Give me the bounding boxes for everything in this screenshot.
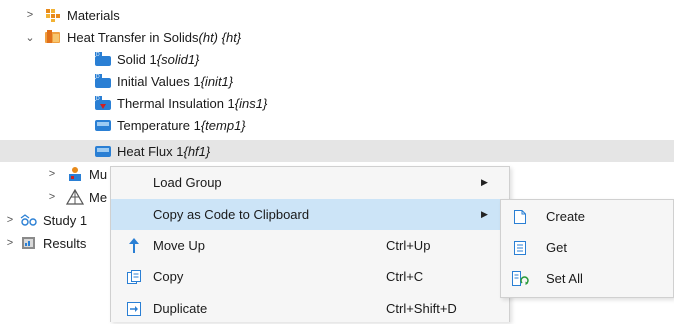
menu-item-label: Set All <box>546 271 583 286</box>
tree-item-label: Heat Transfer in Solids <box>67 29 199 45</box>
tree-item-mesh[interactable]: > Me <box>46 186 107 208</box>
temperature-icon <box>94 117 112 133</box>
submenu-arrow-icon: ▶ <box>481 209 488 219</box>
results-icon <box>20 235 38 251</box>
tree-item-solid[interactable]: P D Solid 1 {solid1} <box>94 48 199 70</box>
svg-text:D: D <box>96 96 100 102</box>
submenu-item-get[interactable]: Get <box>501 232 673 263</box>
tree-item-results[interactable]: > Results <box>4 232 87 254</box>
chevron-right-icon[interactable]: > <box>24 9 36 21</box>
tree-item-tag: {init1} <box>200 73 234 89</box>
mesh-icon <box>65 188 85 205</box>
tree-item-label: Mu <box>89 166 108 182</box>
thermal-insulation-icon: D <box>94 95 112 111</box>
chevron-right-icon[interactable]: > <box>4 237 16 249</box>
tree-item-tag: {solid1} <box>156 51 200 67</box>
create-icon <box>511 208 529 226</box>
copy-icon <box>125 268 143 286</box>
set-all-icon <box>511 270 529 288</box>
tree-item-multiphysics[interactable]: > Mu <box>46 163 107 185</box>
tree-item-thermal-insulation[interactable]: D Thermal Insulation 1 {ins1} <box>94 92 267 114</box>
svg-text:D: D <box>96 74 100 80</box>
submenu-arrow-icon: ▶ <box>481 177 488 187</box>
submenu-item-create[interactable]: Create <box>501 201 673 232</box>
materials-icon <box>44 7 62 23</box>
tree-item-tag: {temp1} <box>200 117 246 133</box>
study-icon <box>20 212 38 228</box>
tree-item-materials[interactable]: > Materials <box>24 4 120 26</box>
menu-item-copy-as-code[interactable]: Copy as Code to Clipboard ▶ <box>111 199 509 230</box>
tree-item-heat-flux[interactable]: Heat Flux 1 {hf1} <box>94 140 210 162</box>
menu-item-label: Load Group <box>153 175 222 190</box>
tree-item-initial-values[interactable]: D Initial Values 1 {init1} <box>94 70 233 92</box>
tree-item-label: Thermal Insulation 1 <box>117 95 235 111</box>
menu-item-move-up[interactable]: Move Up Ctrl+Up <box>111 230 509 261</box>
menu-item-label: Copy <box>153 269 184 284</box>
get-icon <box>511 239 529 257</box>
tree-item-label: Me <box>89 189 108 205</box>
menu-item-label: Create <box>546 209 586 224</box>
tree-item-study[interactable]: > Study 1 <box>4 209 87 231</box>
tree-item-label: Materials <box>67 7 120 23</box>
chevron-right-icon[interactable]: > <box>46 191 58 203</box>
duplicate-icon <box>125 300 143 318</box>
menu-item-shortcut: Ctrl+Shift+D <box>386 301 457 316</box>
svg-text:D: D <box>96 52 100 58</box>
initial-values-icon: D <box>94 73 112 89</box>
menu-item-shortcut: Ctrl+Up <box>386 238 431 253</box>
tree-item-tag: {ins1} <box>234 95 268 111</box>
tree-item-label: Study 1 <box>43 212 88 228</box>
heat-flux-icon <box>94 143 112 159</box>
chevron-down-icon[interactable]: ⌄ <box>24 31 36 44</box>
menu-item-duplicate[interactable]: Duplicate Ctrl+Shift+D <box>111 293 509 324</box>
menu-item-copy[interactable]: Copy Ctrl+C <box>111 261 509 292</box>
tree-item-tag: {hf1} <box>183 143 211 159</box>
tree-item-label: Temperature 1 <box>117 117 201 133</box>
tree-item-tag: (ht) {ht} <box>198 29 242 45</box>
tree-item-temperature[interactable]: Temperature 1 {temp1} <box>94 114 246 136</box>
tree-item-label: Solid 1 <box>117 51 157 67</box>
menu-item-load-group[interactable]: Load Group ▶ <box>111 167 509 198</box>
menu-item-shortcut: Ctrl+C <box>386 269 424 284</box>
tree-item-heat-transfer[interactable]: ⌄ Heat Transfer in Solids (ht) {ht} <box>24 26 241 48</box>
menu-item-label: Move Up <box>153 238 206 253</box>
menu-item-label: Copy as Code to Clipboard <box>153 207 310 222</box>
context-menu: Load Group ▶ Copy as Code to Clipboard ▶… <box>110 166 510 322</box>
tree-item-label: Initial Values 1 <box>117 73 201 89</box>
tree-item-label: Results <box>43 235 87 251</box>
move-up-icon <box>125 237 143 255</box>
multiphysics-icon <box>66 166 84 182</box>
solid-icon: P D <box>94 51 112 67</box>
tree-item-label: Heat Flux 1 <box>117 143 184 159</box>
chevron-right-icon[interactable]: > <box>4 214 16 226</box>
submenu-item-set-all[interactable]: Set All <box>501 263 673 294</box>
submenu-copy-as-code: Create Get Set All <box>500 199 674 298</box>
chevron-right-icon[interactable]: > <box>46 168 58 180</box>
menu-item-label: Get <box>546 240 567 255</box>
menu-item-label: Duplicate <box>153 301 208 316</box>
heat-transfer-icon <box>44 29 62 45</box>
